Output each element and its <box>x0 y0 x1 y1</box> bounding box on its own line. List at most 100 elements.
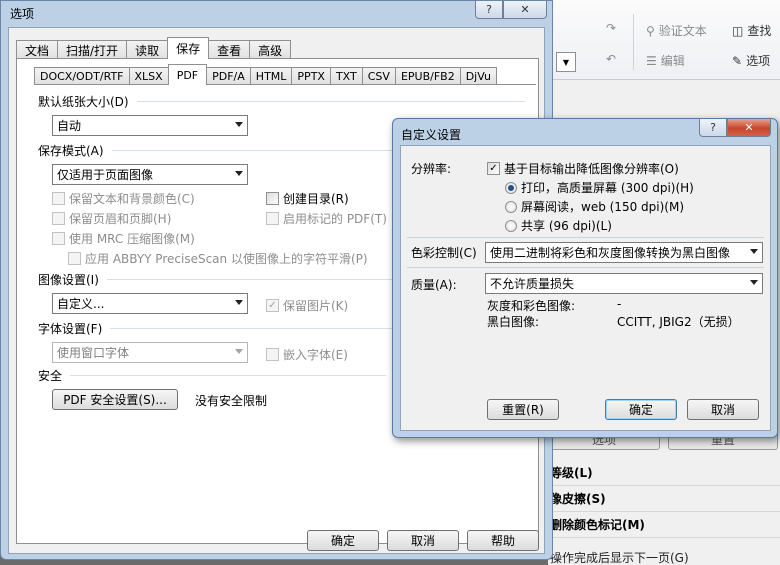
dialog-close-caption-button[interactable]: ✕ <box>727 119 771 137</box>
dialog-cancel-button[interactable]: 取消 <box>687 399 759 420</box>
question-icon: ? <box>486 3 492 16</box>
window-title: 选项 <box>10 7 35 21</box>
tab-save[interactable]: 保存 <box>167 37 210 59</box>
tab-pdfa[interactable]: PDF/A <box>206 67 251 85</box>
pdf-security-button[interactable]: PDF 安全设置(S)... <box>52 389 178 410</box>
dialog-ok-button[interactable]: 确定 <box>605 399 677 420</box>
quality-select[interactable]: 不允许质量损失 <box>485 273 763 294</box>
tab-advanced[interactable]: 高级 <box>249 40 292 59</box>
list-item[interactable]: 等级(L) <box>548 460 780 486</box>
format-tab-bar: DOCX/ODT/RTF XLSX PDF PDF/A HTML PPTX TX… <box>34 64 497 85</box>
resolution-label: 分辨率: <box>411 162 452 176</box>
use-mrc-checkbox[interactable]: 使用 MRC 压缩图像(M) <box>52 230 195 247</box>
abbyy-smooth-checkbox[interactable]: 应用 ABBYY PreciseScan 以使图像上的字符平滑(P) <box>68 250 368 267</box>
save-mode-label: 保存模式(A) <box>38 144 104 158</box>
tab-txt[interactable]: TXT <box>329 67 363 85</box>
background-toolbar: ↷ ↶ ▼ ⚲ 验证文本 ☰ 编辑 ◫ 查找 ✎ 选项 <box>548 0 780 80</box>
save-mode-select[interactable]: 仅适用于页面图像 <box>52 164 248 185</box>
dialog-client-area: 分辨率: ✓ 基于目标输出降低图像分辨率(O) 打印，高质量屏幕 (300 dpi… <box>400 145 771 431</box>
security-label: 安全 <box>38 369 63 383</box>
tab-csv[interactable]: CSV <box>361 67 396 85</box>
help-caption-button[interactable]: ? <box>475 1 503 19</box>
paper-size-label: 默认纸张大小(D) <box>38 95 129 109</box>
chevron-down-icon <box>235 349 243 354</box>
chevron-down-icon <box>235 122 243 127</box>
options-button[interactable]: ✎ 选项 <box>732 52 770 69</box>
verify-text-button[interactable]: ⚲ 验证文本 <box>646 22 707 39</box>
dialog-help-caption-button[interactable]: ? <box>699 119 727 137</box>
tab-html[interactable]: HTML <box>249 67 293 85</box>
font-settings-group: 字体设置(F) <box>38 320 401 337</box>
custom-settings-dialog: 自定义设置 ? ✕ 分辨率: ✓ 基于目标输出降低图像分辨率(O) 打印，高质量屏… <box>392 118 778 438</box>
list-item[interactable]: 像皮擦(S) <box>548 486 780 512</box>
chevron-down-icon <box>235 171 243 176</box>
bw-image-label: 黑白图像: <box>487 315 540 329</box>
tab-djvu[interactable]: DjVu <box>459 67 497 85</box>
save-mode-group: 保存模式(A) <box>38 142 392 159</box>
main-tab-bar: 文档 扫描/打开 读取 保存 查看 高级 <box>16 37 292 59</box>
radio-screen-150dpi[interactable]: 屏幕阅读，web (150 dpi)(M) <box>505 198 684 215</box>
tab-document[interactable]: 文档 <box>16 40 59 59</box>
chevron-down-icon <box>235 300 243 305</box>
radio-print-300dpi[interactable]: 打印，高质量屏幕 (300 dpi)(H) <box>505 179 694 196</box>
gray-color-label: 灰度和彩色图像: <box>487 299 576 313</box>
divider <box>407 237 764 238</box>
verify-text-icon: ⚲ <box>646 23 655 38</box>
bw-image-value: CCITT, JBIG2（无损） <box>617 315 740 329</box>
tab-docx[interactable]: DOCX/ODT/RTF <box>34 67 130 85</box>
tab-xlsx[interactable]: XLSX <box>128 67 169 85</box>
tab-pdf[interactable]: PDF <box>167 64 208 85</box>
reset-button[interactable]: 重置(R) <box>487 399 559 420</box>
font-settings-select[interactable]: 使用窗口字体 <box>52 342 248 363</box>
toolbar-separator <box>633 14 634 70</box>
keep-header-footer-checkbox[interactable]: 保留页眉和页脚(H) <box>52 210 171 227</box>
cancel-button[interactable]: 取消 <box>387 530 459 551</box>
tab-scan-open[interactable]: 扫描/打开 <box>57 40 128 59</box>
background-command-list: 等级(L) 像皮擦(S) 删除颜色标记(M) <box>548 460 780 538</box>
undo-icon[interactable]: ↶ <box>606 52 616 66</box>
tab-view[interactable]: 查看 <box>208 40 251 59</box>
image-settings-label: 图像设置(I) <box>38 273 99 287</box>
chevron-down-icon <box>750 249 758 254</box>
paper-size-select[interactable]: 自动 <box>52 115 248 136</box>
redo-icon[interactable]: ↷ <box>606 21 616 35</box>
keep-text-bg-checkbox[interactable]: 保留文本和背景颜色(C) <box>52 190 195 207</box>
tagged-pdf-checkbox[interactable]: 启用标记的 PDF(T) <box>266 210 387 227</box>
check-icon: ✓ <box>487 162 500 175</box>
edit-icon: ☰ <box>646 53 657 68</box>
tab-epub[interactable]: EPUB/FB2 <box>394 67 461 85</box>
wrench-icon: ✎ <box>732 53 743 68</box>
help-button[interactable]: 帮助 <box>467 530 539 551</box>
reduce-resolution-checkbox[interactable]: ✓ 基于目标输出降低图像分辨率(O) <box>487 160 679 177</box>
image-settings-select[interactable]: 自定义... <box>52 293 248 314</box>
radio-share-96dpi[interactable]: 共享 (96 dpi)(L) <box>505 217 612 234</box>
background-combo-arrow[interactable]: ▼ <box>556 52 576 72</box>
divider <box>407 267 764 268</box>
edit-button[interactable]: ☰ 编辑 <box>646 52 685 69</box>
embed-fonts-checkbox[interactable]: 嵌入字体(E) <box>266 346 348 363</box>
quality-label: 质量(A): <box>411 278 457 292</box>
create-toc-checkbox[interactable]: 创建目录(R) <box>266 190 349 207</box>
ok-button[interactable]: 确定 <box>307 530 379 551</box>
check-icon: ✓ <box>266 299 279 312</box>
chevron-down-icon <box>750 280 758 285</box>
paper-size-group: 默认纸张大小(D) <box>38 93 525 110</box>
tab-pptx[interactable]: PPTX <box>291 67 331 85</box>
gray-color-value: - <box>617 297 622 311</box>
image-settings-group: 图像设置(I) <box>38 271 397 288</box>
security-status: 没有安全限制 <box>195 394 268 408</box>
color-control-label: 色彩控制(C) <box>411 246 477 260</box>
security-group: 安全 <box>38 367 387 384</box>
close-icon: ✕ <box>520 3 530 16</box>
close-caption-button[interactable]: ✕ <box>503 1 547 19</box>
font-settings-label: 字体设置(F) <box>38 322 103 336</box>
list-item[interactable]: 删除颜色标记(M) <box>548 512 780 538</box>
tab-read[interactable]: 读取 <box>126 40 169 59</box>
color-control-select[interactable]: 使用二进制将彩色和灰度图像转换为黑白图像 <box>485 242 763 263</box>
find-button[interactable]: ◫ 查找 <box>732 22 771 39</box>
keep-images-checkbox[interactable]: ✓ 保留图片(K) <box>266 297 348 314</box>
binoculars-icon: ◫ <box>732 23 744 38</box>
dialog-title: 自定义设置 <box>401 128 462 142</box>
show-next-page-option[interactable]: 操作完成后显示下一页(G) <box>550 549 689 565</box>
close-icon: ✕ <box>744 121 754 134</box>
